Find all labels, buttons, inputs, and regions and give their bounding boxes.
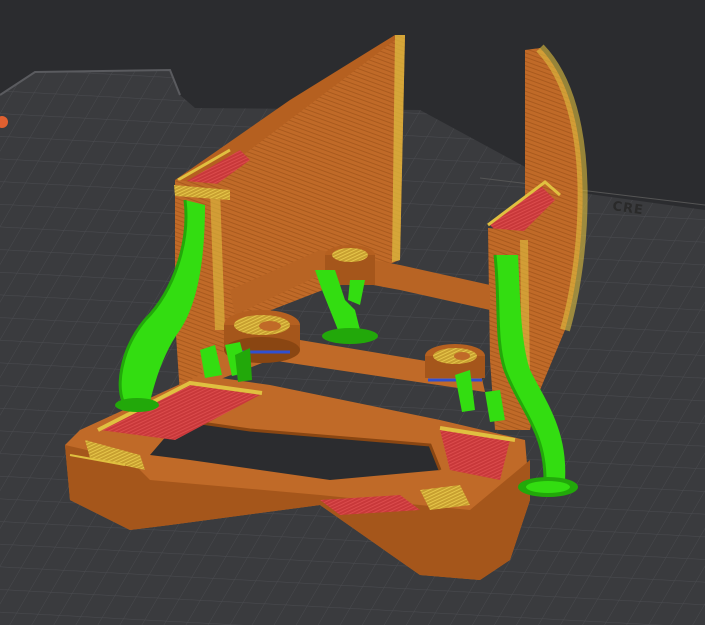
mount-boss-right [425, 344, 485, 382]
preview-scene[interactable]: CRE [0, 0, 705, 625]
3d-viewport[interactable]: CRE [0, 0, 705, 625]
